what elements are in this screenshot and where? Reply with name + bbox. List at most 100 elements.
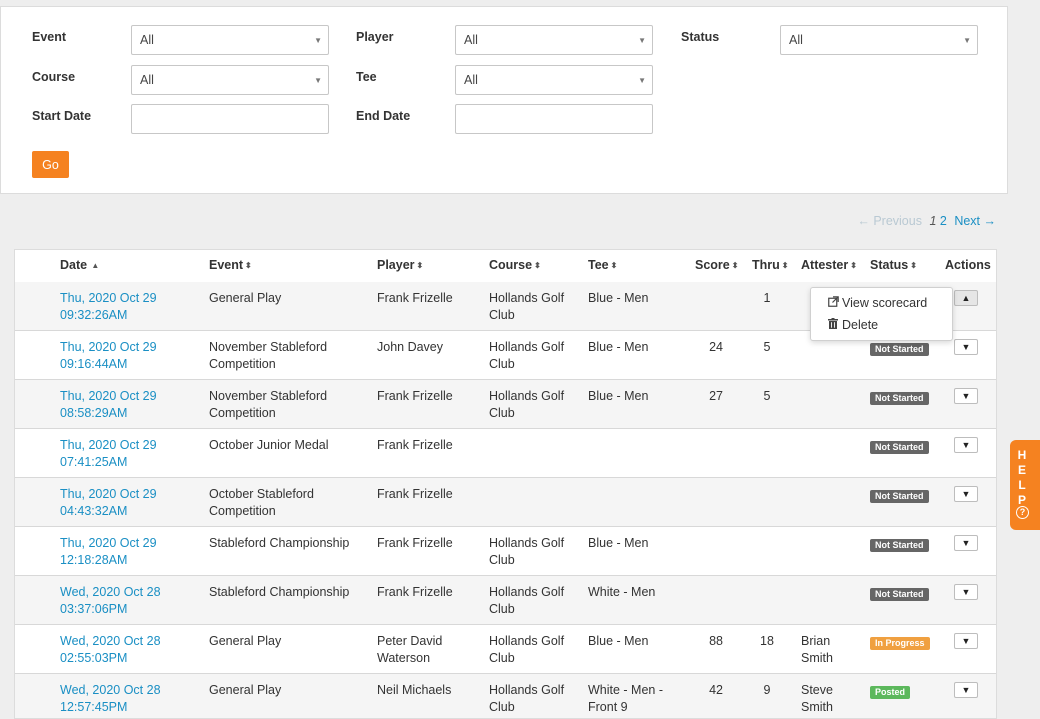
sort-asc-icon: ▲	[89, 261, 100, 270]
date-column-header[interactable]: Date ▲	[60, 258, 99, 272]
event-cell: General Play	[209, 291, 282, 305]
score-cell: 42	[709, 683, 723, 697]
sort-icon: ⬍	[850, 261, 857, 270]
date-cell[interactable]: Thu, 2020 Oct 29 12:18:28AM	[60, 535, 190, 569]
filter-panel: Event All ▼ Player All ▼ Status All ▼ Co…	[0, 6, 1008, 194]
sort-icon: ⬍	[910, 261, 917, 270]
status-badge: Not Started	[870, 392, 929, 405]
player-cell: Frank Frizelle	[377, 487, 453, 501]
event-cell: October Junior Medal	[209, 438, 329, 452]
player-cell: Frank Frizelle	[377, 389, 453, 403]
sort-icon: ⬍	[416, 261, 424, 270]
row-actions-button[interactable]: ▼	[954, 682, 978, 698]
next-page-link[interactable]: Next →	[954, 214, 996, 228]
tee-cell: White - Men	[588, 585, 656, 599]
course-cell: Hollands Golf Club	[489, 683, 565, 714]
sort-icon: ⬍	[245, 261, 252, 270]
row-actions-button[interactable]: ▼	[954, 388, 978, 404]
delete-menu-item[interactable]: Delete	[828, 318, 878, 332]
tee-column-header[interactable]: Tee ⬍	[588, 258, 617, 272]
event-column-header[interactable]: Event ⬍	[209, 258, 252, 272]
caret-down-icon: ▼	[961, 538, 971, 548]
date-cell[interactable]: Thu, 2020 Oct 29 09:16:44AM	[60, 339, 190, 373]
end-date-label: End Date	[356, 109, 411, 123]
table-row: Thu, 2020 Oct 29 07:41:25AM October Junior…	[15, 429, 996, 478]
trash-icon	[828, 318, 842, 332]
player-cell: Frank Frizelle	[377, 536, 453, 550]
help-tab[interactable]: HELP ?	[1010, 440, 1040, 530]
event-cell: November Stableford Competition	[209, 340, 328, 371]
help-label: HELP	[1017, 448, 1027, 507]
status-select[interactable]: All ▼	[780, 25, 978, 55]
date-cell[interactable]: Wed, 2020 Oct 28 03:37:06PM	[60, 584, 190, 618]
player-filter-label: Player	[356, 30, 394, 44]
player-cell: Frank Frizelle	[377, 585, 453, 599]
tee-select[interactable]: All ▼	[455, 65, 653, 95]
row-actions-button[interactable]: ▼	[954, 584, 978, 600]
player-column-header[interactable]: Player ⬍	[377, 258, 423, 272]
event-cell: November Stableford Competition	[209, 389, 328, 420]
previous-page-link: ← Previous	[857, 214, 922, 228]
current-page: 1	[929, 214, 937, 228]
view-scorecard-menu-item[interactable]: View scorecard	[828, 296, 927, 310]
player-select-value: All	[464, 33, 478, 47]
row-actions-button[interactable]: ▼	[954, 535, 978, 551]
date-cell[interactable]: Wed, 2020 Oct 28 12:57:45PM	[60, 682, 190, 716]
table-row: Thu, 2020 Oct 29 08:58:29AM November Stabl…	[15, 380, 996, 429]
row-actions-button[interactable]: ▼	[954, 633, 978, 649]
status-badge: Not Started	[870, 588, 929, 601]
caret-down-icon: ▼	[961, 391, 971, 401]
tee-cell: Blue - Men	[588, 536, 649, 550]
thru-cell: 5	[763, 389, 771, 403]
date-cell[interactable]: Thu, 2020 Oct 29 04:43:32AM	[60, 486, 190, 520]
score-cell: 27	[709, 389, 723, 403]
status-select-value: All	[789, 33, 803, 47]
actions-column-header: Actions	[945, 258, 991, 272]
course-select[interactable]: All ▼	[131, 65, 329, 95]
status-column-header[interactable]: Status ⬍	[870, 258, 917, 272]
course-cell: Hollands Golf Club	[489, 340, 565, 371]
event-cell: General Play	[209, 683, 282, 697]
pagination: ← Previous 1 2 Next →	[857, 214, 996, 228]
course-select-value: All	[140, 73, 154, 87]
row-actions-button[interactable]: ▲	[954, 290, 978, 306]
sort-icon: ⬍	[610, 261, 618, 270]
end-date-input[interactable]	[455, 104, 653, 134]
chevron-down-icon: ▼	[963, 36, 971, 45]
event-filter-label: Event	[32, 30, 67, 44]
status-badge: Not Started	[870, 343, 929, 356]
score-column-header[interactable]: Score ⬍	[695, 258, 738, 272]
row-actions-button[interactable]: ▼	[954, 486, 978, 502]
course-cell: Hollands Golf Club	[489, 389, 565, 420]
player-cell: John Davey	[377, 340, 444, 354]
course-cell: Hollands Golf Club	[489, 291, 565, 322]
page-2-link[interactable]: 2	[940, 214, 947, 228]
start-date-label: Start Date	[32, 109, 92, 123]
course-column-header[interactable]: Course ⬍	[489, 258, 541, 272]
status-badge: Posted	[870, 686, 911, 699]
chevron-down-icon: ▼	[638, 36, 646, 45]
tee-cell: Blue - Men	[588, 340, 649, 354]
date-cell[interactable]: Thu, 2020 Oct 29 08:58:29AM	[60, 388, 190, 422]
chevron-down-icon: ▼	[314, 36, 322, 45]
attester-column-header[interactable]: Attester ⬍	[801, 258, 857, 272]
go-button[interactable]: Go	[32, 151, 69, 178]
row-actions-button[interactable]: ▼	[954, 339, 978, 355]
event-cell: Stableford Championship	[209, 536, 350, 550]
caret-down-icon: ▼	[961, 636, 971, 646]
status-filter-label: Status	[681, 30, 720, 44]
date-cell[interactable]: Thu, 2020 Oct 29 07:41:25AM	[60, 437, 190, 471]
thru-column-header[interactable]: Thru ⬍	[752, 258, 788, 272]
date-cell[interactable]: Thu, 2020 Oct 29 09:32:26AM	[60, 290, 190, 324]
event-select[interactable]: All ▼	[131, 25, 329, 55]
date-cell[interactable]: Wed, 2020 Oct 28 02:55:03PM	[60, 633, 190, 667]
row-actions-button[interactable]: ▼	[954, 437, 978, 453]
player-select[interactable]: All ▼	[455, 25, 653, 55]
start-date-input[interactable]	[131, 104, 329, 134]
chevron-down-icon: ▼	[638, 76, 646, 85]
table-row: Thu, 2020 Oct 29 12:18:28AM Stableford Cha…	[15, 527, 996, 576]
player-cell: Frank Frizelle	[377, 438, 453, 452]
score-cell: 88	[709, 634, 723, 648]
tee-select-value: All	[464, 73, 478, 87]
player-cell: Peter David Waterson	[377, 634, 443, 665]
